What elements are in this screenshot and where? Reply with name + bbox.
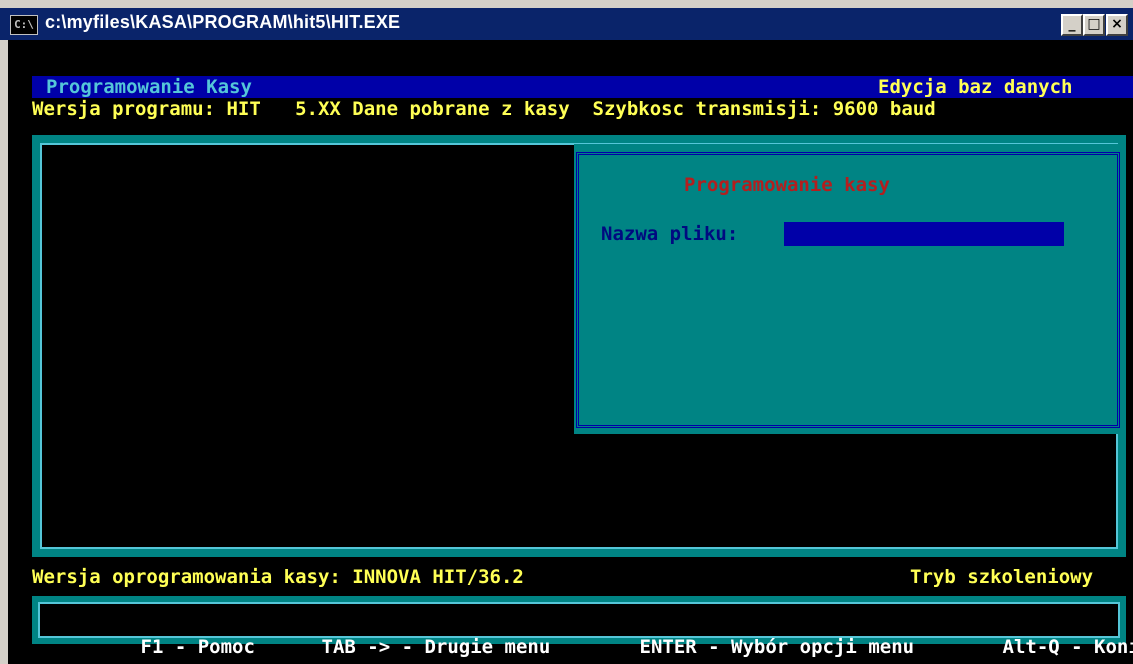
program-info-text: Wersja programu: HIT 5.XX Dane pobrane z… xyxy=(32,98,936,120)
window-title: c:\myfiles\KASA\PROGRAM\hit5\HIT.EXE xyxy=(45,12,401,32)
menu-item-edycja-baz-danych[interactable]: Edycja baz danych xyxy=(878,76,1072,98)
function-key-bar-inner: F1 - Pomoc TAB -> - Drugie menu ENTER - … xyxy=(38,602,1133,658)
training-mode-text: Tryb szkoleniowy xyxy=(910,566,1094,588)
key-hint-f1[interactable]: F1 - Pomoc xyxy=(49,614,255,664)
minimize-button[interactable]: _ xyxy=(1061,14,1083,36)
status-line: Wersja oprogramowania kasy: INNOVA HIT/3… xyxy=(32,566,1133,588)
console-app-icon[interactable]: C:\ xyxy=(10,15,38,35)
console-area: Programowanie Kasy Edycja baz danych Wer… xyxy=(8,40,1133,664)
key-hint-alt-q[interactable]: Alt-Q - Koniec xyxy=(911,614,1133,664)
key-name: ENTER xyxy=(639,636,697,658)
key-hint-enter[interactable]: ENTER - Wybór opcji menu xyxy=(548,614,915,664)
key-name: F1 xyxy=(140,636,164,658)
key-separator: - xyxy=(390,636,425,658)
key-separator: - xyxy=(163,636,198,658)
function-key-bar: F1 - Pomoc TAB -> - Drugie menu ENTER - … xyxy=(32,596,1133,658)
key-hint-tab[interactable]: TAB -> - Drugie menu xyxy=(230,614,551,664)
firmware-version-text: Wersja oprogramowania kasy: INNOVA HIT/3… xyxy=(32,566,524,588)
window-title-bar[interactable]: C:\ c:\myfiles\KASA\PROGRAM\hit5\HIT.EXE… xyxy=(0,0,1133,40)
close-button[interactable]: × xyxy=(1106,14,1128,36)
key-separator: - xyxy=(696,636,732,658)
menu-item-programowanie-kasy[interactable]: Programowanie Kasy xyxy=(32,76,311,98)
key-name: TAB -> xyxy=(321,636,391,658)
key-name: Alt-Q xyxy=(1002,636,1060,658)
key-separator: - xyxy=(1059,636,1095,658)
maximize-button[interactable]: □ xyxy=(1083,14,1105,36)
filename-input[interactable] xyxy=(784,222,1064,246)
key-label: Drugie menu xyxy=(424,636,551,658)
key-label: Wybór opcji menu xyxy=(731,636,915,658)
menu-item-label: Programowanie Kasy xyxy=(46,76,252,98)
key-label: Koniec xyxy=(1094,636,1133,658)
filename-label: Nazwa pliku: xyxy=(601,223,739,245)
dialog-title: Programowanie kasy xyxy=(684,174,890,196)
info-line: Wersja programu: HIT 5.XX Dane pobrane z… xyxy=(32,98,1133,120)
